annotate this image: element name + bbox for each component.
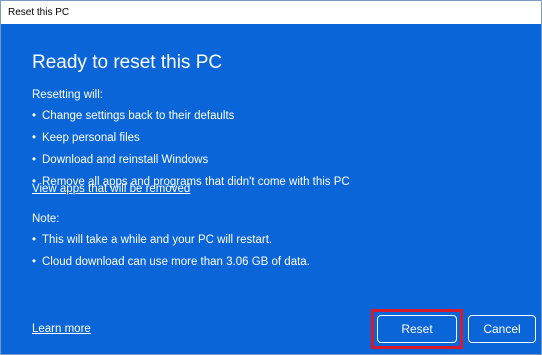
resetting-label: Resetting will: bbox=[32, 89, 103, 101]
list-item-text: Keep personal files bbox=[42, 132, 140, 144]
list-item: • Keep personal files bbox=[32, 131, 350, 153]
list-item: • Download and reinstall Windows bbox=[32, 153, 350, 175]
bullet-icon: • bbox=[32, 234, 37, 246]
cancel-button[interactable]: Cancel bbox=[468, 315, 536, 343]
list-item-text: This will take a while and your PC will … bbox=[42, 234, 273, 246]
bullet-icon: • bbox=[32, 132, 37, 144]
list-item-text: Download and reinstall Windows bbox=[42, 154, 209, 166]
dialog-content: Ready to reset this PC Resetting will: •… bbox=[1, 24, 541, 354]
list-item: • Change settings back to their defaults bbox=[32, 109, 350, 131]
bullet-icon: • bbox=[32, 110, 37, 122]
note-list: • This will take a while and your PC will… bbox=[32, 233, 310, 277]
list-item: • Cloud download can use more than 3.06 G… bbox=[32, 255, 310, 277]
reset-button[interactable]: Reset bbox=[377, 315, 457, 343]
view-apps-link[interactable]: View apps that will be removed bbox=[32, 182, 190, 197]
reset-pc-dialog: Reset this PC Ready to reset this PC Res… bbox=[0, 0, 542, 355]
list-item-text: Change settings back to their defaults bbox=[42, 110, 235, 122]
window-title: Reset this PC bbox=[1, 1, 541, 24]
page-title: Ready to reset this PC bbox=[32, 52, 223, 73]
list-item-text: Cloud download can use more than 3.06 GB… bbox=[42, 256, 310, 268]
bullet-icon: • bbox=[32, 154, 37, 166]
list-item: • This will take a while and your PC will… bbox=[32, 233, 310, 255]
learn-more-link[interactable]: Learn more bbox=[32, 322, 91, 337]
note-label: Note: bbox=[32, 213, 60, 225]
bullet-icon: • bbox=[32, 256, 37, 268]
